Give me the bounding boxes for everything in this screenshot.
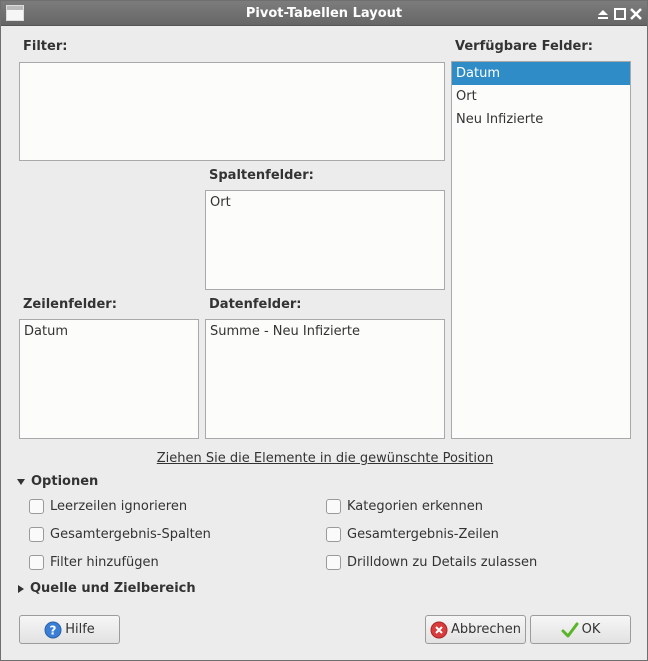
column-fields-label: Spaltenfelder: (209, 168, 314, 183)
options-expander[interactable]: Optionen (17, 474, 98, 489)
cancel-button-label: Abbrechen (450, 622, 522, 637)
source-expander[interactable]: Quelle und Zielbereich (18, 581, 196, 596)
options-header: Optionen (31, 474, 99, 489)
identify-categories-checkbox[interactable]: Kategorien erkennen (326, 499, 483, 514)
data-fields-box[interactable]: Summe - Neu Infizierte (205, 319, 445, 439)
data-fields-label: Datenfelder: (209, 297, 302, 312)
title-bar: Pivot-Tabellen Layout (1, 1, 647, 26)
help-button[interactable]: ? Hilfe (19, 615, 120, 644)
window-title: Pivot-Tabellen Layout (245, 6, 403, 21)
cancel-button[interactable]: Abbrechen (425, 615, 526, 644)
column-fields-box[interactable]: Ort (205, 190, 445, 290)
ok-button[interactable]: OK (530, 615, 631, 644)
eject-icon[interactable] (596, 7, 610, 21)
chevron-right-icon (18, 584, 24, 593)
drag-hint: Ziehen Sie die Elemente in die gewünscht… (156, 451, 494, 466)
checkbox-box[interactable] (326, 499, 341, 514)
help-button-label: Hilfe (65, 622, 95, 637)
source-header: Quelle und Zielbereich (30, 581, 196, 596)
checkbox-box[interactable] (29, 499, 44, 514)
help-icon: ? (44, 621, 62, 638)
row-fields-label: Zeilenfelder: (23, 297, 117, 312)
row-fields-box[interactable]: Datum (19, 319, 199, 439)
close-icon[interactable] (629, 7, 643, 21)
column-field-ort[interactable]: Ort (206, 191, 444, 214)
add-filter-label: Filter hinzufügen (50, 555, 159, 570)
available-fields-list[interactable]: Datum Ort Neu Infizierte (451, 61, 631, 439)
total-columns-label: Gesamtergebnis-Spalten (50, 527, 211, 542)
available-field-ort[interactable]: Ort (452, 85, 630, 108)
checkbox-box[interactable] (29, 555, 44, 570)
filter-box[interactable] (19, 62, 445, 161)
ignore-empty-rows-checkbox[interactable]: Leerzeilen ignorieren (29, 499, 187, 514)
total-rows-checkbox[interactable]: Gesamtergebnis-Zeilen (326, 527, 499, 542)
chevron-down-icon (17, 478, 25, 485)
total-rows-label: Gesamtergebnis-Zeilen (347, 527, 499, 542)
row-field-datum[interactable]: Datum (20, 320, 198, 343)
checkbox-box[interactable] (326, 527, 341, 542)
checkmark-icon (561, 622, 579, 637)
data-field-summe-neu-infizierte[interactable]: Summe - Neu Infizierte (206, 320, 444, 343)
identify-categories-label: Kategorien erkennen (347, 499, 484, 514)
pivot-layout-dialog: Pivot-Tabellen Layout Filter: Verfügbare… (0, 0, 648, 661)
maximize-icon[interactable] (613, 7, 627, 21)
enable-drilldown-label: Drilldown zu Details zulassen (347, 555, 538, 570)
add-filter-checkbox[interactable]: Filter hinzufügen (29, 555, 159, 570)
available-field-datum[interactable]: Datum (452, 62, 630, 85)
filter-label: Filter: (23, 39, 68, 54)
checkbox-box[interactable] (326, 555, 341, 570)
ignore-empty-rows-label: Leerzeilen ignorieren (50, 499, 188, 514)
available-fields-label: Verfügbare Felder: (455, 39, 593, 54)
cancel-icon (430, 621, 448, 638)
svg-text:?: ? (50, 623, 57, 637)
available-field-neu-infizierte[interactable]: Neu Infizierte (452, 108, 630, 131)
enable-drilldown-checkbox[interactable]: Drilldown zu Details zulassen (326, 555, 537, 570)
total-columns-checkbox[interactable]: Gesamtergebnis-Spalten (29, 527, 211, 542)
checkbox-box[interactable] (29, 527, 44, 542)
ok-button-label: OK (581, 622, 601, 637)
